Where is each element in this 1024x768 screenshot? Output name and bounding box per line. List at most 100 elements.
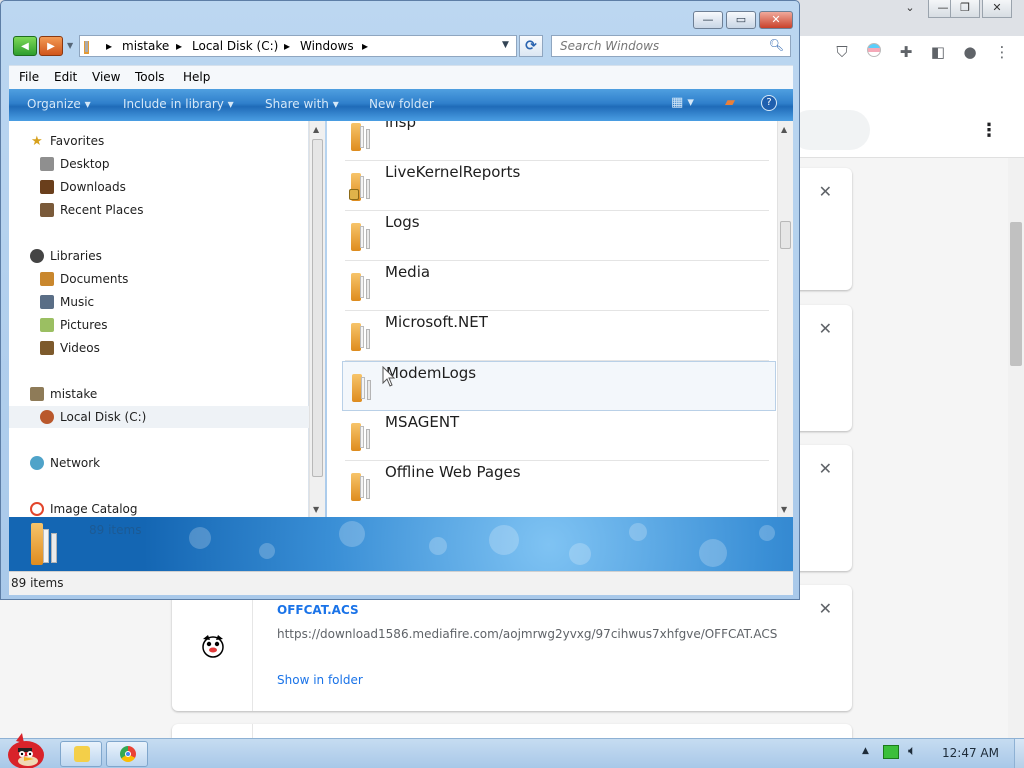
computer-icon — [30, 387, 44, 401]
breadcrumb-arrow-icon[interactable]: ▸ — [106, 39, 112, 53]
organize-button[interactable]: Organize ▾ — [27, 97, 91, 111]
locked-folder-icon — [349, 173, 375, 201]
recent-places-icon — [40, 203, 54, 217]
maximize-button[interactable]: ▭ — [726, 11, 756, 29]
folder-icon — [74, 746, 90, 762]
scroll-down-arrow-icon[interactable]: ▼ — [781, 505, 787, 514]
folder-row[interactable]: LiveKernelReports — [345, 161, 769, 211]
scroll-down-arrow-icon[interactable]: ▼ — [313, 505, 319, 514]
folder-row[interactable]: Media — [345, 261, 769, 311]
nav-libraries[interactable]: Libraries — [50, 249, 102, 263]
file-list-scrollbar[interactable]: ▲ ▼ — [777, 121, 793, 517]
breadcrumb-arrow-icon[interactable]: ▸ — [176, 39, 182, 53]
view-options-icon[interactable]: ▦ ▾ — [671, 95, 694, 110]
remove-download-button[interactable]: ✕ — [819, 459, 832, 478]
breadcrumb-mistake[interactable]: mistake — [122, 39, 169, 53]
menu-tools[interactable]: Tools — [135, 70, 165, 84]
nav-network[interactable]: Network — [50, 456, 100, 470]
remove-download-button[interactable]: ✕ — [819, 319, 832, 338]
folder-row[interactable]: Offline Web Pages — [345, 461, 769, 511]
network-icon — [30, 456, 44, 470]
folder-name: LiveKernelReports — [385, 163, 521, 181]
nav-pictures[interactable]: Pictures — [60, 318, 108, 332]
show-hidden-icons-icon[interactable]: ▲ — [862, 746, 869, 756]
clock[interactable]: 12:47 AM — [942, 746, 999, 760]
battery-icon[interactable] — [883, 745, 899, 759]
nav-documents[interactable]: Documents — [60, 272, 128, 286]
folder-row[interactable]: Microsoft.NET — [345, 311, 769, 361]
search-box: 🔍︎ — [551, 35, 791, 57]
side-panel-icon[interactable]: ◧ — [928, 42, 948, 62]
start-button-angry-bird-icon[interactable] — [2, 731, 50, 768]
search-icon[interactable]: 🔍︎ — [769, 38, 784, 52]
address-bar[interactable]: ▸ mistake ▸ Local Disk (C:) ▸ Windows ▸ … — [79, 35, 517, 57]
chrome-restore-button[interactable]: ❐ — [950, 0, 980, 18]
chrome-close-button[interactable]: ✕ — [982, 0, 1012, 18]
menu-help[interactable]: Help — [183, 70, 210, 84]
help-icon[interactable]: ? — [761, 95, 777, 111]
videos-icon — [40, 341, 54, 355]
pride-extension-icon[interactable] — [864, 42, 884, 62]
downloads-search-field[interactable] — [790, 110, 870, 150]
remove-download-button[interactable]: ✕ — [819, 182, 832, 201]
nav-music[interactable]: Music — [60, 295, 94, 309]
profile-icon[interactable]: ● — [960, 42, 980, 62]
show-in-folder-link[interactable]: Show in folder — [277, 673, 363, 687]
nav-videos[interactable]: Videos — [60, 341, 100, 355]
folder-row[interactable]: MSAGENT — [345, 411, 769, 461]
taskbar-chrome-button[interactable] — [106, 741, 148, 767]
breadcrumb-windows[interactable]: Windows — [300, 39, 354, 53]
downloads-icon — [40, 180, 54, 194]
nav-computer-mistake[interactable]: mistake — [50, 387, 97, 401]
download-filename-link[interactable]: OFFCAT.ACS — [277, 603, 359, 617]
folder-icon — [351, 323, 375, 351]
folder-row-hovered[interactable]: ModemLogs — [342, 361, 776, 411]
forward-button[interactable]: ▶ — [39, 36, 63, 56]
folder-name: lhsp — [385, 121, 417, 131]
share-with-button[interactable]: Share with ▾ — [265, 97, 339, 111]
file-list-scrollbar-thumb[interactable] — [780, 221, 791, 249]
menu-view[interactable]: View — [92, 70, 120, 84]
breadcrumb-arrow-icon[interactable]: ▸ — [284, 39, 290, 53]
preview-pane-icon[interactable]: ▰ — [725, 95, 735, 110]
volume-icon[interactable]: 🔈︎ — [908, 743, 916, 759]
scroll-up-arrow-icon[interactable]: ▲ — [781, 125, 787, 134]
nav-favorites[interactable]: Favorites — [50, 134, 104, 148]
menu-edit[interactable]: Edit — [54, 70, 77, 84]
menu-file[interactable]: File — [19, 70, 39, 84]
refresh-button[interactable]: ⟳ — [519, 35, 543, 57]
nav-recent-places[interactable]: Recent Places — [60, 203, 143, 217]
details-item-count: 89 items — [89, 523, 142, 537]
libraries-icon — [30, 249, 44, 263]
nav-scrollbar[interactable]: ▲ ▼ — [309, 121, 325, 517]
back-button[interactable]: ◀ — [13, 36, 37, 56]
nav-downloads[interactable]: Downloads — [60, 180, 126, 194]
nav-image-catalog[interactable]: Image Catalog — [50, 502, 137, 516]
recent-pages-chevron-icon[interactable]: ▼ — [67, 41, 73, 50]
new-folder-button[interactable]: New folder — [369, 97, 434, 111]
folder-icon — [351, 473, 375, 501]
breadcrumb-arrow-icon[interactable]: ▸ — [362, 39, 368, 53]
downloads-more-icon[interactable]: ⋮ — [980, 120, 998, 141]
favorites-star-icon: ★ — [31, 134, 43, 149]
show-desktop-button[interactable] — [1014, 739, 1024, 768]
ublock-icon[interactable]: ⛉ — [832, 42, 852, 62]
taskbar-explorer-button[interactable] — [60, 741, 102, 767]
nav-desktop[interactable]: Desktop — [60, 157, 110, 171]
nav-local-disk[interactable]: Local Disk (C:) — [60, 410, 146, 424]
menu-kebab-icon[interactable]: ⋮ — [992, 42, 1012, 62]
puzzle-extensions-icon[interactable]: ✚ — [896, 42, 916, 62]
nav-scrollbar-thumb[interactable] — [312, 139, 323, 477]
page-scrollbar-thumb[interactable] — [1010, 222, 1022, 366]
minimize-button[interactable]: — — [693, 11, 723, 29]
folder-row[interactable]: lhsp — [345, 121, 769, 161]
remove-download-button[interactable]: ✕ — [819, 599, 832, 618]
address-dropdown-icon[interactable]: ▼ — [502, 40, 509, 50]
close-button[interactable]: ✕ — [759, 11, 793, 29]
scroll-up-arrow-icon[interactable]: ▲ — [313, 125, 319, 134]
folder-row[interactable]: Logs — [345, 211, 769, 261]
tab-search-chevron-icon[interactable]: ⌄ — [895, 0, 925, 18]
search-input[interactable] — [560, 36, 770, 56]
include-in-library-button[interactable]: Include in library ▾ — [123, 97, 234, 111]
breadcrumb-local-disk[interactable]: Local Disk (C:) — [192, 39, 278, 53]
